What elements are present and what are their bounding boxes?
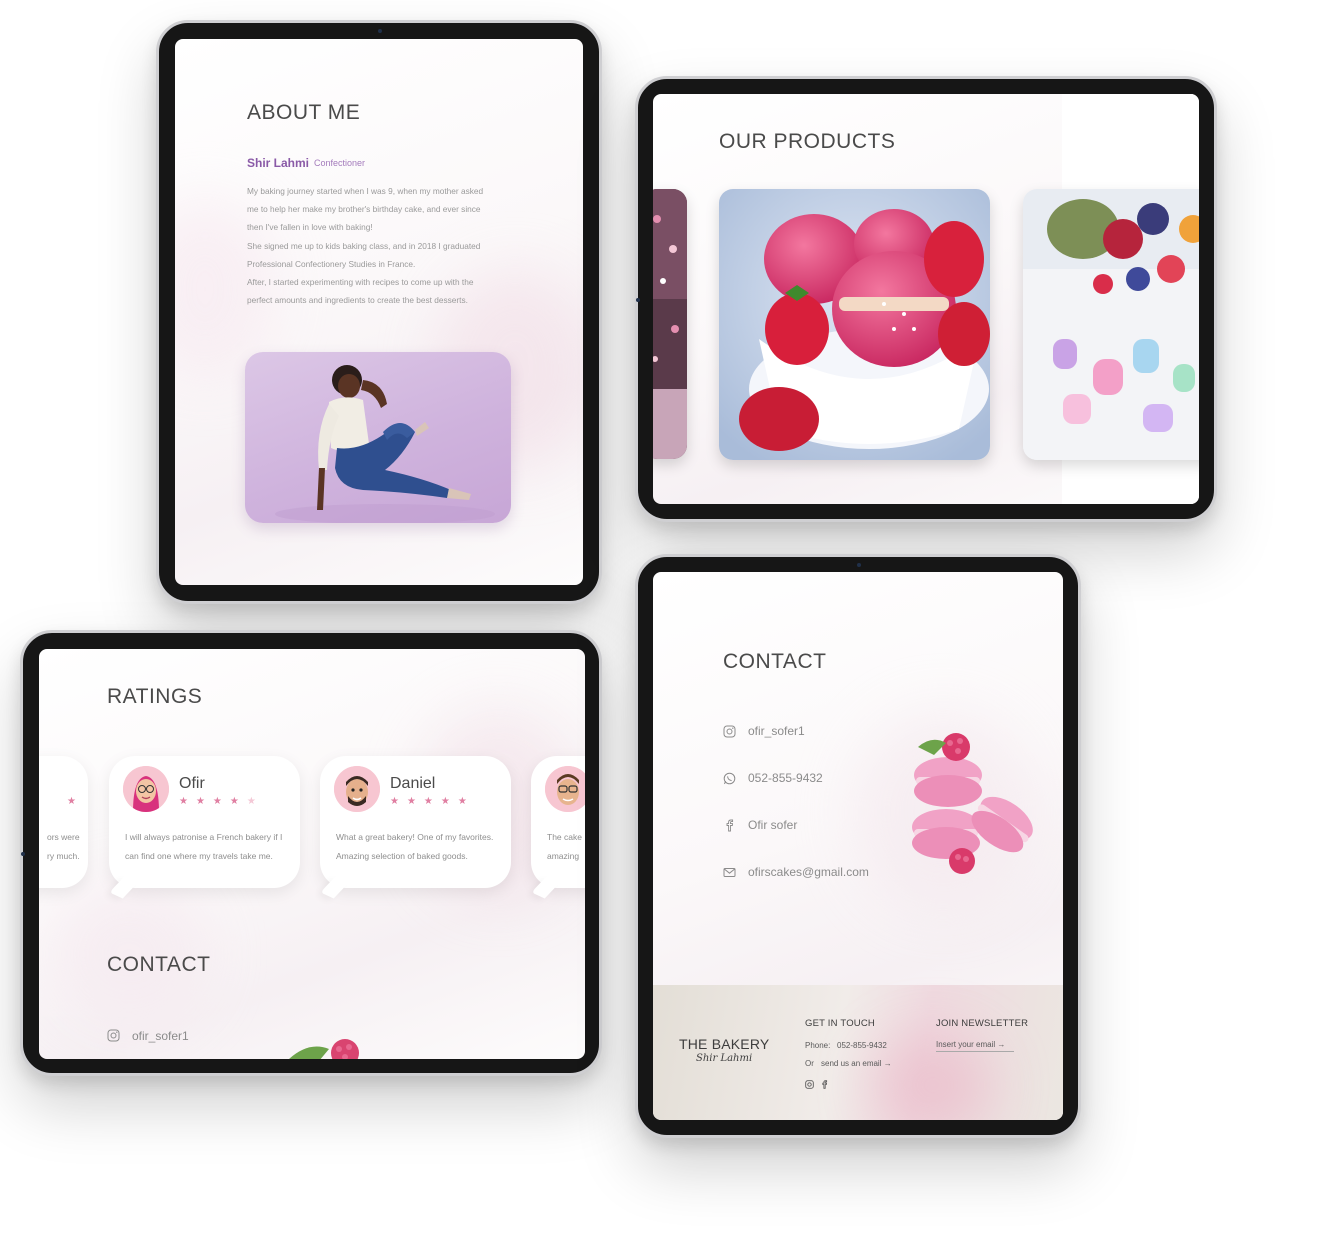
arrow-right-icon[interactable]: → <box>997 1040 1005 1049</box>
review-card-daniel: Daniel ★★★★★ What a great bakery! One of… <box>320 756 511 899</box>
site-footer: THE BAKERY Shir Lahmi GET IN TOUCH Phone… <box>653 985 1063 1120</box>
about-bio: My baking journey started when I was 9, … <box>247 182 517 309</box>
front-camera <box>857 563 861 567</box>
email-icon[interactable] <box>723 866 736 879</box>
facebook-icon[interactable] <box>820 1076 829 1094</box>
macarons-strawberries-image <box>719 189 990 460</box>
review-line: What a great bakery! One of my favorites… <box>336 832 494 842</box>
review-card-partial: The cake amazing <box>531 756 585 899</box>
whatsapp-number[interactable]: 052-855-9432 <box>748 771 823 785</box>
avatar-partial <box>545 766 585 812</box>
baker-photo <box>245 352 511 523</box>
front-camera <box>636 298 640 302</box>
review-line: amazing <box>547 850 580 861</box>
review-line: Amazing selection of baked goods. <box>336 850 468 861</box>
products-title: OUR PRODUCTS <box>719 130 896 153</box>
instagram-icon[interactable] <box>723 725 736 738</box>
review-card-partial: ★ ors were ry much. <box>39 756 88 888</box>
chocolate-cake-image <box>653 189 687 459</box>
instagram-handle[interactable]: ofir_sofer1 <box>132 1029 189 1043</box>
star-rating: ★★★★★ <box>179 796 264 807</box>
review-text: ors were ry much. <box>47 828 107 865</box>
products-screen: OUR PRODUCTS <box>653 94 1199 504</box>
facebook-icon[interactable] <box>723 819 736 832</box>
star-rating: ★★★★★ <box>390 796 475 807</box>
footer-brand: THE BAKERY <box>679 1036 770 1052</box>
star-rating: ★ <box>67 796 84 807</box>
review-text: The cake amazing <box>547 828 585 865</box>
tablet-products: OUR PRODUCTS <box>635 76 1217 522</box>
instagram-handle[interactable]: ofir_sofer1 <box>748 724 805 738</box>
bubble-tail <box>320 875 350 899</box>
reviewer-name: Ofir <box>179 775 205 792</box>
front-camera <box>21 852 25 856</box>
product-card-berry-cake[interactable] <box>1023 189 1199 460</box>
newsletter-heading: JOIN NEWSLETTER <box>936 1018 1029 1029</box>
macaron-stack-image <box>912 733 1033 874</box>
send-email-link[interactable]: send us an email → <box>821 1059 892 1068</box>
reviewer-name: Daniel <box>390 775 436 792</box>
send-email-label: send us an email <box>821 1059 882 1068</box>
review-card-ofir: Ofir ★★★★★ I will always patronise a Fre… <box>109 756 300 899</box>
bio-line: me to help her make my brother's birthda… <box>247 204 481 215</box>
ratings-screen: RATINGS ★ ors were ry much. Ofir ★★★★★ I… <box>39 649 585 1059</box>
whatsapp-icon[interactable] <box>723 772 736 785</box>
contact-title: CONTACT <box>107 953 211 976</box>
baker-name: Shir Lahmi <box>247 156 310 170</box>
arrow-right-icon: → <box>883 1059 892 1068</box>
instagram-icon[interactable] <box>107 1029 120 1042</box>
about-screen: ABOUT ME Shir Lahmi Confectioner My baki… <box>175 39 583 585</box>
bio-line: Professional Confectionery Studies in Fr… <box>247 258 416 269</box>
contact-page-title: CONTACT <box>723 650 827 673</box>
instagram-icon[interactable] <box>805 1076 814 1094</box>
bio-line: then I've fallen in love with baking! <box>247 222 373 233</box>
avatar-ofir <box>123 766 169 812</box>
phone-label: Phone: <box>805 1041 831 1050</box>
contact-screen: CONTACT ofir_sofer1 052-855-9432 Ofir so… <box>653 572 1063 1120</box>
product-card-chocolate[interactable] <box>653 189 687 459</box>
review-line: ry much. <box>47 850 80 861</box>
review-line: I will always patronise a French bakery … <box>125 832 283 842</box>
footer-phone[interactable]: 052-855-9432 <box>837 1041 887 1050</box>
bio-line: She signed me up to kids baking class, a… <box>247 240 481 251</box>
footer-signature: Shir Lahmi <box>696 1053 753 1064</box>
baker-role: Confectioner <box>314 158 366 168</box>
review-line: The cake <box>547 832 582 842</box>
ratings-title: RATINGS <box>107 685 203 708</box>
review-line: can find one where my travels take me. <box>125 850 273 861</box>
get-in-touch-heading: GET IN TOUCH <box>805 1018 875 1029</box>
tablet-contact: CONTACT ofir_sofer1 052-855-9432 Ofir so… <box>635 554 1081 1138</box>
berry-cake-image <box>1023 189 1199 460</box>
facebook-name[interactable]: Ofir sofer <box>748 818 797 832</box>
raspberry-decoration <box>289 1039 359 1059</box>
tablet-about: ABOUT ME Shir Lahmi Confectioner My baki… <box>156 20 602 604</box>
bio-line: My baking journey started when I was 9, … <box>247 186 484 196</box>
product-card-macarons[interactable] <box>719 189 990 460</box>
email-address[interactable]: ofirscakes@gmail.com <box>748 865 869 879</box>
tablet-ratings: RATINGS ★ ors were ry much. Ofir ★★★★★ I… <box>20 630 602 1076</box>
review-text: I will always patronise a French bakery … <box>125 828 295 865</box>
or-label: Or <box>805 1059 814 1068</box>
review-text: What a great bakery! One of my favorites… <box>336 828 506 865</box>
newsletter-placeholder: Insert your email <box>936 1040 996 1049</box>
review-line: ors were <box>47 832 80 842</box>
bio-line: After, I started experimenting with reci… <box>247 277 474 288</box>
front-camera <box>378 29 382 33</box>
avatar-daniel <box>334 766 380 812</box>
newsletter-email-input[interactable]: Insert your email → <box>936 1040 1014 1052</box>
bio-line: perfect amounts and ingredients to creat… <box>247 295 468 306</box>
about-title: ABOUT ME <box>247 101 361 124</box>
